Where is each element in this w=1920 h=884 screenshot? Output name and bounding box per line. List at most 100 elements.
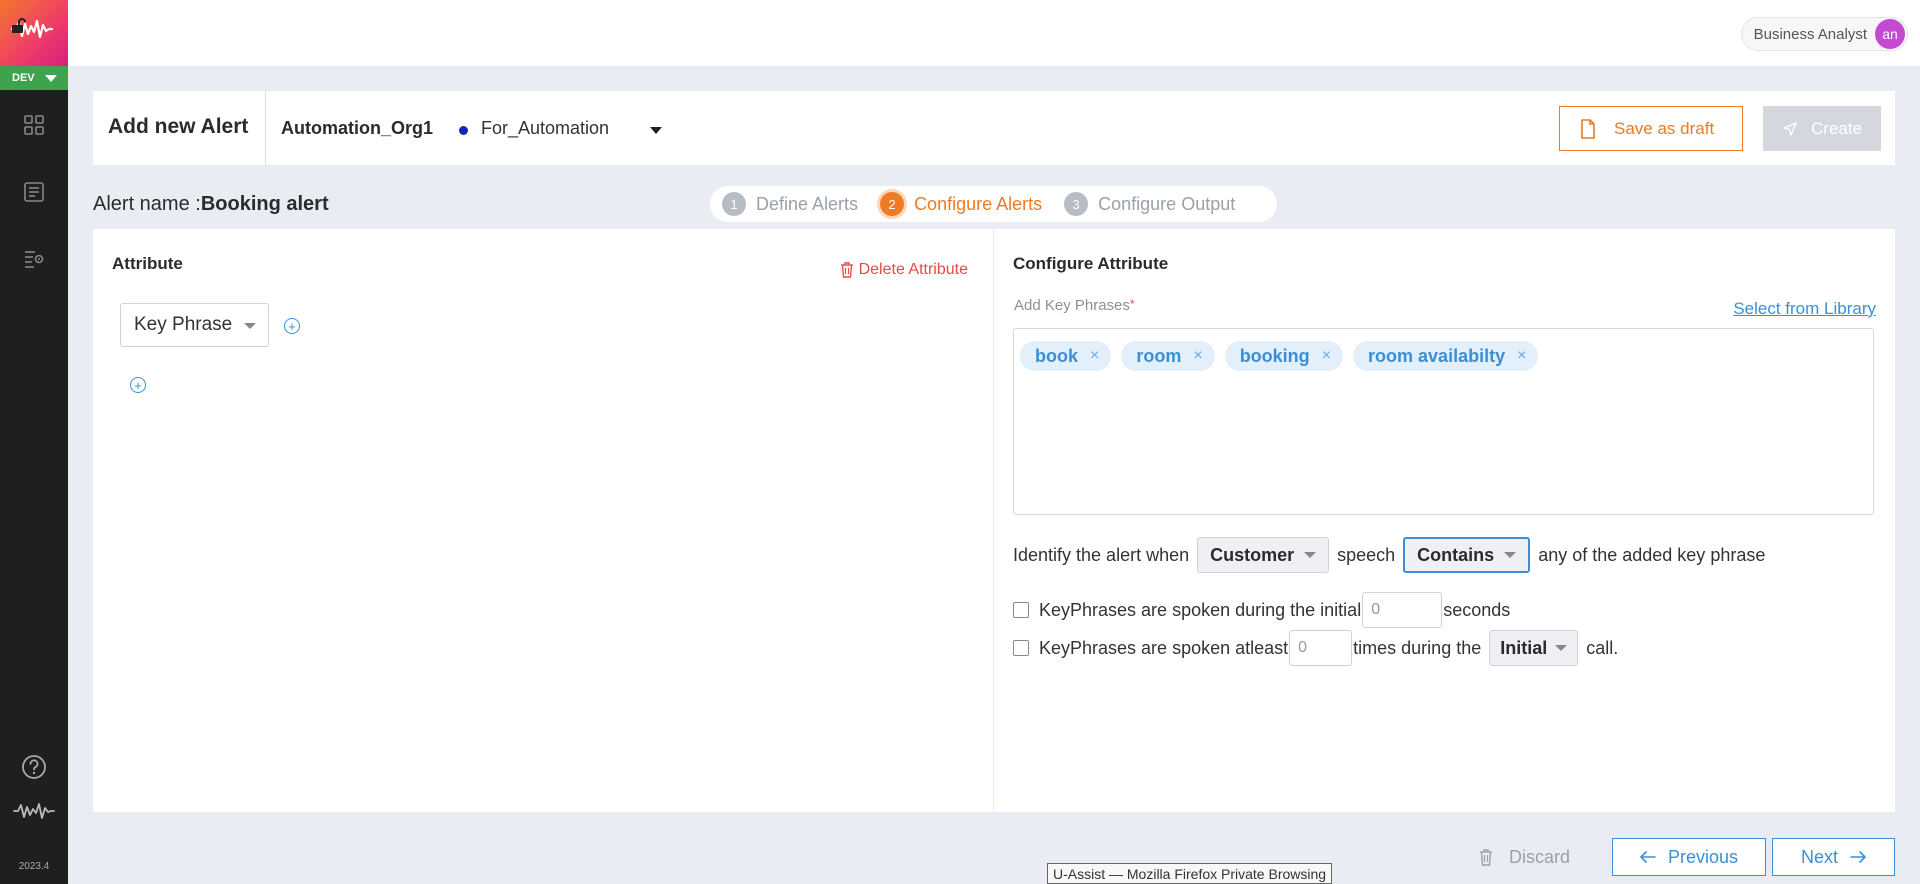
add-attribute-button[interactable]: + (130, 377, 146, 393)
step-number: 2 (880, 192, 905, 216)
help-icon[interactable] (21, 754, 47, 780)
key-phrase-chip: room × (1121, 341, 1215, 371)
close-icon[interactable]: × (1193, 347, 1202, 365)
key-phrase-chip: book × (1020, 341, 1112, 371)
plus-icon: + (288, 318, 296, 334)
attribute-type-select[interactable]: Key Phrase (120, 303, 269, 347)
create-button[interactable]: Create (1763, 106, 1881, 151)
close-icon[interactable]: × (1322, 347, 1331, 365)
next-button[interactable]: Next (1772, 838, 1895, 876)
chevron-down-icon (244, 323, 256, 329)
environment-switcher[interactable]: DEV (0, 66, 68, 90)
key-phrase-text: book (1035, 345, 1078, 366)
call-period-value: Initial (1500, 637, 1548, 658)
step-configure-alerts[interactable]: 2 Configure Alerts (880, 192, 1042, 216)
add-condition-button[interactable]: + (284, 318, 300, 334)
user-menu[interactable]: Business Analyst an (1740, 17, 1908, 51)
identify-prefix: Identify the alert when (1013, 544, 1190, 565)
attribute-panel-title: Attribute (112, 254, 183, 273)
times-spoken-checkbox[interactable] (1013, 640, 1029, 656)
arrow-right-icon (1850, 851, 1866, 863)
speaker-select[interactable]: Customer (1197, 537, 1330, 573)
select-from-library-link[interactable]: Select from Library (1733, 299, 1876, 319)
option2-mid: times during the (1353, 637, 1482, 658)
option2-text: KeyPhrases are spoken atleast (1039, 637, 1289, 658)
match-type-select[interactable]: Contains (1403, 537, 1531, 573)
dashboard-icon[interactable] (22, 113, 46, 137)
brand-wave-icon (13, 803, 55, 819)
attribute-panel: Attribute Delete Attribute Key Phrase + … (93, 229, 993, 812)
close-icon[interactable]: × (1090, 347, 1099, 365)
option1-text: KeyPhrases are spoken during the initial (1039, 599, 1362, 620)
wizard-stepper: 1 Define Alerts 2 Configure Alerts 3 Con… (710, 186, 1277, 222)
key-phrase-chip: room availabilty × (1353, 341, 1539, 371)
trash-icon (1480, 848, 1492, 866)
speaker-value: Customer (1210, 544, 1295, 565)
match-type-value: Contains (1417, 544, 1495, 565)
create-label: Create (1811, 118, 1863, 138)
key-phrase-chip: booking × (1224, 341, 1344, 371)
chevron-down-icon[interactable] (650, 127, 662, 134)
avatar: an (1875, 19, 1905, 49)
initial-seconds-input[interactable] (1362, 592, 1443, 628)
document-list-icon[interactable] (22, 180, 46, 204)
times-spoken-input[interactable] (1289, 630, 1353, 666)
discard-label: Discard (1509, 846, 1571, 867)
chevron-down-icon (44, 74, 57, 82)
initial-seconds-checkbox[interactable] (1013, 602, 1029, 618)
top-bar: Business Analyst an (68, 0, 1920, 66)
page-title: Add new Alert (108, 115, 249, 138)
user-role: Business Analyst (1753, 25, 1867, 43)
step-number: 3 (1064, 192, 1089, 216)
app-version: 2023.4 (18, 861, 50, 872)
call-period-select[interactable]: Initial (1489, 630, 1579, 666)
step-label: Configure Alerts (914, 193, 1043, 214)
identify-suffix: any of the added key phrase (1538, 544, 1766, 565)
key-phrase-text: room availabilty (1368, 345, 1506, 366)
alert-name: Alert name :Booking alert (93, 193, 329, 216)
save-draft-label: Save as draft (1614, 118, 1715, 138)
alert-name-label: Alert name : (93, 193, 201, 215)
unlock-icon[interactable] (10, 18, 26, 34)
configure-attribute-panel: Configure Attribute Add Key Phrases* Sel… (994, 229, 1895, 812)
chevron-down-icon (1504, 552, 1517, 558)
step-number: 1 (722, 192, 746, 216)
chevron-down-icon (1304, 552, 1317, 558)
delete-attribute-button[interactable]: Delete Attribute (840, 261, 968, 279)
save-draft-button[interactable]: Save as draft (1559, 106, 1743, 151)
app-logo[interactable] (0, 0, 68, 66)
discard-button[interactable]: Discard (1479, 843, 1570, 871)
configure-panel-title: Configure Attribute (1013, 254, 1169, 273)
project-status-dot (459, 126, 468, 135)
initial-seconds-option: KeyPhrases are spoken during the initial… (1013, 592, 1510, 628)
environment-label: DEV (12, 72, 35, 84)
sidebar: DEV 2023.4 (0, 0, 68, 884)
step-define-alerts[interactable]: 1 Define Alerts (722, 192, 858, 216)
option1-suffix: seconds (1443, 599, 1511, 620)
key-phrases-label-text: Add Key Phrases (1014, 297, 1130, 314)
key-phrase-text: booking (1239, 345, 1310, 366)
times-spoken-option: KeyPhrases are spoken atleast times duri… (1013, 630, 1618, 666)
project-selector[interactable]: For_Automation (481, 118, 609, 139)
arrow-left-icon (1640, 851, 1656, 863)
key-phrases-input[interactable]: book × room × booking × room availabilty… (1013, 328, 1874, 515)
window-title-tooltip: U-Assist — Mozilla Firefox Private Brows… (1047, 863, 1333, 884)
previous-button[interactable]: Previous (1612, 838, 1766, 876)
step-label: Define Alerts (756, 193, 859, 214)
document-icon (1581, 118, 1595, 139)
step-configure-output[interactable]: 3 Configure Output (1064, 192, 1235, 216)
attribute-type-value: Key Phrase (134, 314, 233, 335)
delete-attribute-label: Delete Attribute (858, 261, 968, 278)
org-name: Automation_Org1 (281, 118, 434, 138)
chevron-down-icon (1555, 645, 1568, 651)
option2-suffix: call. (1586, 637, 1619, 658)
close-icon[interactable]: × (1517, 347, 1526, 365)
settings-list-icon[interactable] (22, 247, 46, 271)
alert-header: Add new Alert Automation_Org1 For_Automa… (93, 91, 1895, 165)
plus-icon: + (134, 377, 142, 393)
key-phrase-text: room (1136, 345, 1182, 366)
send-icon (1783, 121, 1797, 136)
step-label: Configure Output (1098, 193, 1236, 214)
speech-label: speech (1337, 544, 1396, 565)
required-mark: * (1129, 297, 1135, 311)
